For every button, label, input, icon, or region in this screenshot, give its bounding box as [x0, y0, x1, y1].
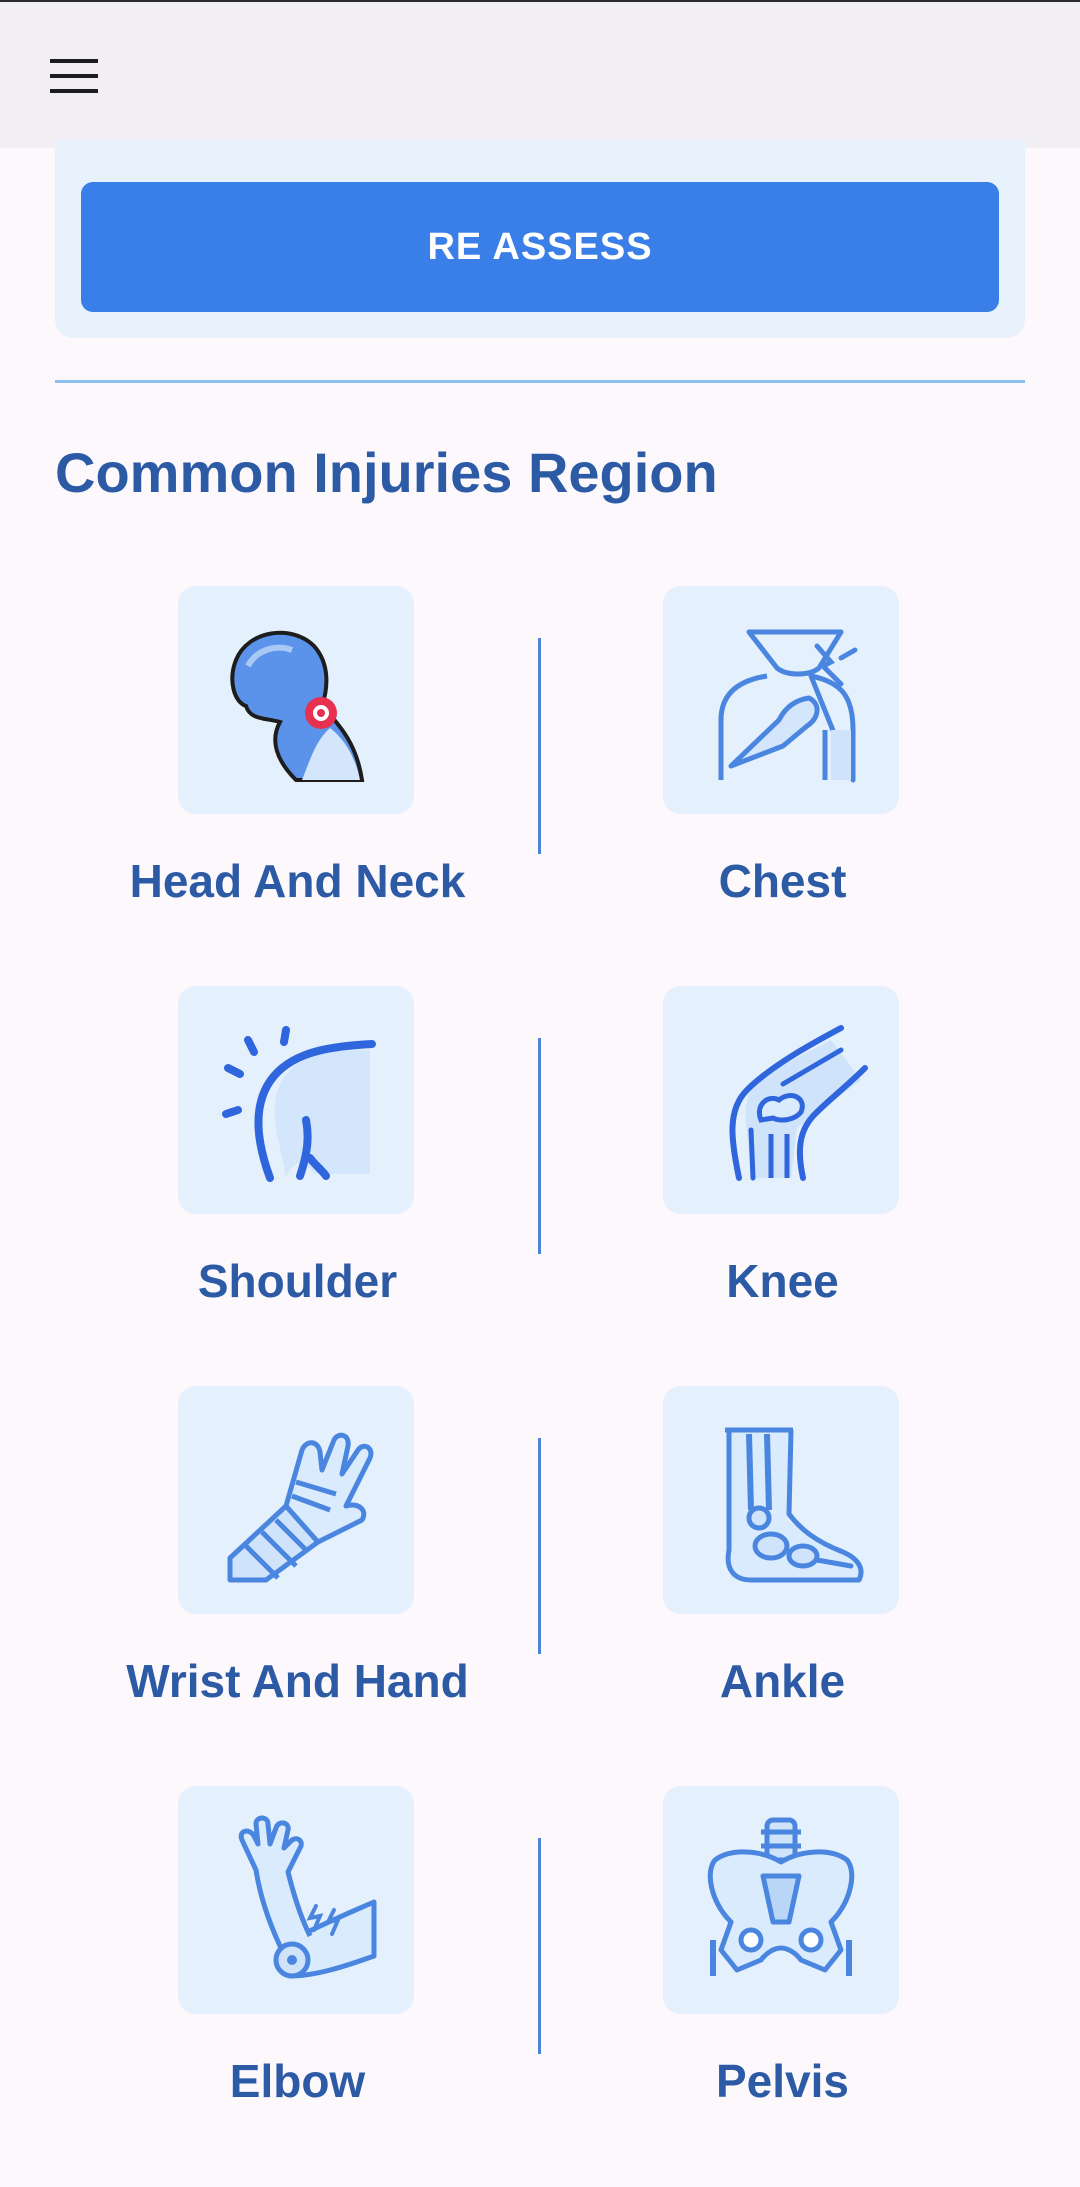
region-tile: [663, 986, 899, 1214]
section-divider: [55, 380, 1025, 383]
region-tile: [178, 1786, 414, 2014]
region-tile: [178, 986, 414, 1214]
region-label: Wrist And Hand: [126, 1655, 469, 1707]
reassess-button[interactable]: RE ASSESS: [81, 182, 999, 312]
app-bar: [0, 2, 1080, 148]
region-tile: [663, 1786, 899, 2014]
region-label: Pelvis: [716, 2055, 849, 2107]
region-label: Shoulder: [197, 1255, 398, 1307]
region-label: Elbow: [229, 2055, 366, 2107]
region-item-shoulder[interactable]: Shoulder: [55, 986, 540, 1326]
hamburger-menu-icon: [50, 59, 98, 93]
region-row: Head And Neck Chest: [55, 586, 1025, 986]
region-tile: [178, 1386, 414, 1614]
region-row: Wrist And Hand Ankle: [55, 1386, 1025, 1786]
region-item-head-and-neck[interactable]: Head And Neck: [55, 586, 540, 926]
region-item-elbow[interactable]: Elbow: [55, 1786, 540, 2126]
region-row: Elbow Pelvis: [55, 1786, 1025, 2186]
knee-icon: [729, 1025, 868, 1181]
chest-icon: [718, 629, 858, 783]
region-row: Shoulder Knee: [55, 986, 1025, 1386]
shoulder-icon: [222, 1026, 376, 1182]
region-tile: [663, 586, 899, 814]
elbow-icon: [238, 1815, 377, 1979]
region-label: Chest: [718, 855, 847, 907]
region-tile: [178, 586, 414, 814]
wrist-hand-icon: [227, 1432, 374, 1583]
region-tile: [663, 1386, 899, 1614]
menu-button[interactable]: [44, 48, 104, 104]
region-item-knee[interactable]: Knee: [540, 986, 1025, 1326]
injury-region-grid: Head And Neck Chest Shoulder Knee Wrist …: [55, 586, 1025, 2186]
region-label: Head And Neck: [129, 855, 466, 907]
region-item-chest[interactable]: Chest: [540, 586, 1025, 926]
region-item-wrist-and-hand[interactable]: Wrist And Hand: [55, 1386, 540, 1726]
region-label: Knee: [726, 1255, 839, 1307]
region-item-ankle[interactable]: Ankle: [540, 1386, 1025, 1726]
region-item-pelvis[interactable]: Pelvis: [540, 1786, 1025, 2126]
section-title: Common Injuries Region: [55, 441, 718, 504]
ankle-icon: [725, 1427, 864, 1583]
head-neck-icon: [230, 630, 365, 782]
region-label: Ankle: [719, 1655, 846, 1707]
pelvis-icon: [707, 1817, 855, 1976]
